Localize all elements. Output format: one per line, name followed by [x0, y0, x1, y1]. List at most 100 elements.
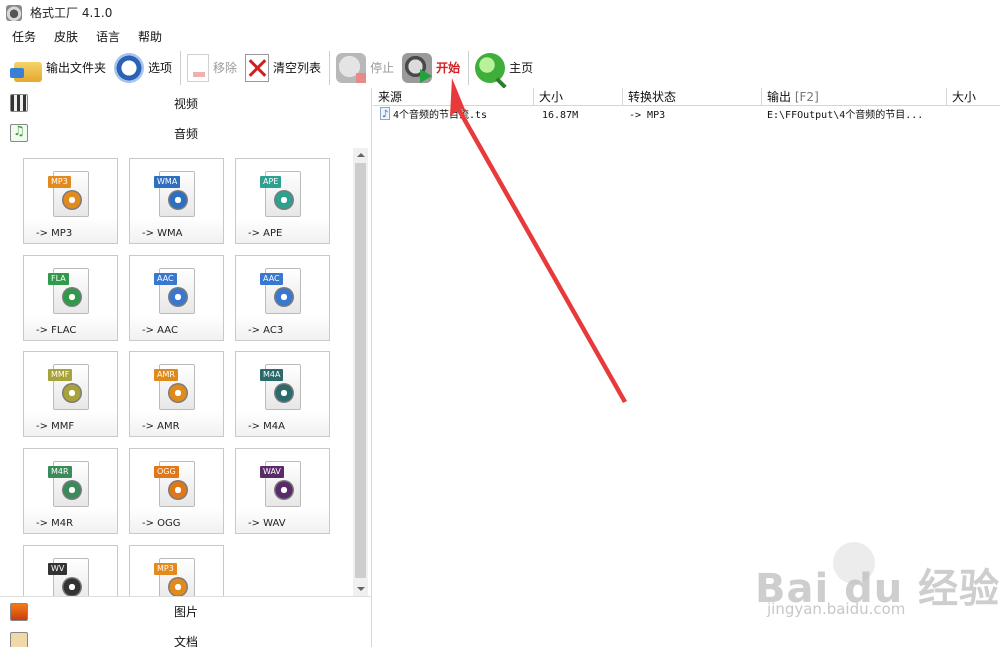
column-header-status[interactable]: 转换状态 — [623, 88, 762, 106]
file-format-icon: WV — [48, 558, 89, 596]
format-tile-label: -> MP3 — [36, 228, 73, 239]
file-format-icon: AAC — [260, 268, 301, 314]
format-tile-label: -> AC3 — [248, 325, 284, 336]
file-format-icon: MP3 — [48, 171, 89, 217]
format-badge: MP3 — [48, 176, 71, 188]
column-header-size2[interactable]: 大小 — [947, 88, 1000, 106]
cell-output: E:\FFOutput\4个音频的节目... — [767, 110, 924, 121]
clear-list-icon — [245, 53, 270, 82]
column-header-output[interactable]: 输出 [F2] — [762, 88, 947, 106]
baidu-watermark: Bai du 经验 jingyan.baidu.com — [755, 540, 999, 630]
format-badge: M4R — [48, 466, 72, 478]
format-badge: WV — [48, 563, 68, 575]
format-panel: 视频 音频 MP3 -> MP3 WMA -> WMA APE -> APE FLA -> F… — [0, 88, 372, 647]
toolbar-separator — [468, 50, 470, 85]
speaker-icon — [168, 577, 188, 596]
category-video[interactable]: 视频 — [0, 88, 372, 118]
stop-button[interactable]: 停止 — [336, 51, 402, 85]
clear-list-label: 清空列表 — [273, 61, 322, 75]
format-tile[interactable]: MP3 -> MP3 — [23, 158, 118, 244]
speaker-icon — [62, 190, 82, 210]
format-tile[interactable]: AMR -> AMR — [129, 351, 224, 437]
format-tile-label: -> WMA — [142, 228, 183, 239]
format-badge: WAV — [260, 466, 284, 478]
cell-size: 16.87M — [542, 110, 579, 121]
format-scrollbar[interactable] — [353, 148, 368, 596]
start-button[interactable]: 开始 — [402, 51, 468, 85]
format-badge: OGG — [154, 466, 179, 478]
file-format-icon: M4R — [48, 461, 89, 507]
column-status-label: 转换状态 — [628, 90, 677, 104]
category-audio[interactable]: 音频 — [0, 118, 372, 148]
start-label: 开始 — [436, 61, 461, 75]
format-tile[interactable]: MMF -> MMF — [23, 351, 118, 437]
format-tile[interactable]: WAV -> WAV — [235, 448, 330, 534]
phone-icon — [168, 383, 188, 403]
home-button[interactable]: 主页 — [475, 51, 541, 85]
format-tile[interactable]: APE -> APE — [235, 158, 330, 244]
audio-file-icon — [380, 106, 390, 124]
format-tile[interactable]: AAC -> AAC — [129, 255, 224, 341]
file-format-icon: WMA — [154, 171, 195, 217]
column-output-label: 输出 — [767, 90, 792, 104]
output-folder-button[interactable]: 输出文件夹 — [10, 51, 114, 85]
home-label: 主页 — [509, 61, 534, 75]
headphones-icon — [62, 287, 82, 307]
format-tile[interactable]: WMA -> WMA — [129, 158, 224, 244]
category-image[interactable]: 图片 — [0, 596, 372, 626]
music-note-icon — [168, 287, 188, 307]
menu-language[interactable]: 语言 — [96, 28, 120, 45]
column-output-shortcut: [F2] — [794, 90, 819, 104]
output-folder-label: 输出文件夹 — [46, 61, 107, 75]
format-tile[interactable]: WV — [23, 545, 118, 596]
format-badge: FLA — [48, 273, 69, 285]
cell-source-text: 4个音频的节目流.ts — [393, 110, 488, 121]
format-tile[interactable]: AAC -> AC3 — [235, 255, 330, 341]
file-format-icon: AAC — [154, 268, 195, 314]
format-tile[interactable]: MP3 — [129, 545, 224, 596]
format-tile-label: -> M4R — [36, 518, 74, 529]
column-header-source[interactable]: 来源 — [373, 88, 534, 106]
format-badge: MMF — [48, 369, 73, 381]
format-tile[interactable]: FLA -> FLAC — [23, 255, 118, 341]
format-badge: AMR — [154, 369, 178, 381]
column-size2-label: 大小 — [952, 90, 977, 104]
options-label: 选项 — [148, 61, 173, 75]
play-icon — [168, 190, 188, 210]
remove-button[interactable]: 移除 — [187, 51, 245, 85]
format-tile[interactable]: M4A -> M4A — [235, 351, 330, 437]
menu-skin[interactable]: 皮肤 — [54, 28, 78, 45]
app-icon — [6, 4, 22, 21]
column-header-size[interactable]: 大小 — [534, 88, 623, 106]
scrollbar-thumb[interactable] — [355, 163, 366, 578]
music-note-icon — [62, 577, 82, 596]
category-document[interactable]: 文档 — [0, 626, 372, 647]
stop-icon — [336, 52, 367, 83]
options-button[interactable]: 选项 — [114, 51, 180, 85]
stop-label: 停止 — [370, 61, 395, 75]
format-tile-label: -> WAV — [248, 518, 286, 529]
file-format-icon: AMR — [154, 364, 195, 410]
toolbar-separator — [329, 50, 331, 85]
music-note-icon — [274, 287, 294, 307]
scroll-up-arrow-icon[interactable] — [353, 148, 368, 162]
format-tile-label: -> APE — [248, 228, 283, 239]
format-badge: MP3 — [154, 563, 177, 575]
scroll-down-arrow-icon[interactable] — [353, 582, 368, 596]
menu-help[interactable]: 帮助 — [138, 28, 162, 45]
menu-task[interactable]: 任务 — [12, 28, 36, 45]
table-row[interactable]: 4个音频的节目流.ts 16.87M -> MP3 E:\FFOutput\4个… — [373, 106, 1000, 125]
format-tile[interactable]: OGG -> OGG — [129, 448, 224, 534]
cell-source: 4个音频的节目流.ts — [380, 106, 488, 125]
cell-status: -> MP3 — [629, 110, 666, 121]
file-format-icon: M4A — [260, 364, 301, 410]
document-icon — [62, 383, 82, 403]
format-tile-label: -> OGG — [142, 518, 181, 529]
file-format-icon: MP3 — [154, 558, 195, 596]
start-icon — [402, 52, 433, 83]
clear-list-button[interactable]: 清空列表 — [245, 51, 329, 85]
column-size-label: 大小 — [539, 90, 564, 104]
toolbar-separator — [180, 50, 182, 85]
format-tile[interactable]: M4R -> M4R — [23, 448, 118, 534]
music-note-icon — [168, 480, 188, 500]
